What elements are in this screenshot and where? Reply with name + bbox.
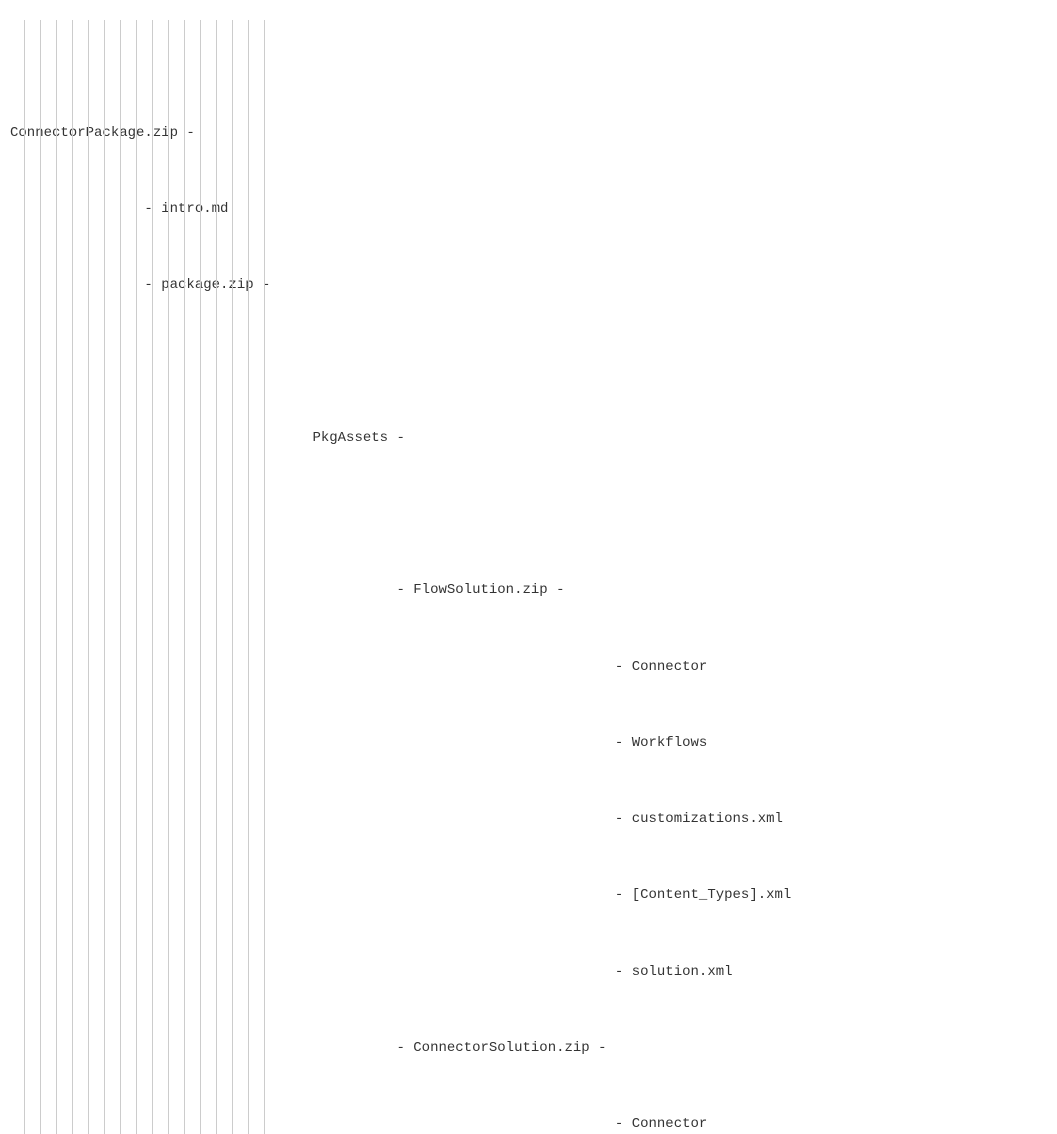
tree-flow-connector: - Connector <box>10 655 1047 681</box>
tree-connectorsolution: - ConnectorSolution.zip - <box>10 1036 1047 1062</box>
tree-flowsolution: - FlowSolution.zip - <box>10 578 1047 604</box>
tree-connector-connector: - Connector <box>10 1112 1047 1134</box>
tree-blank-2 <box>10 502 1047 528</box>
tree-pkgassets: PkgAssets - <box>10 426 1047 452</box>
tree-root: ConnectorPackage.zip - <box>10 121 1047 147</box>
tree-flow-content-types: - [Content_Types].xml <box>10 883 1047 909</box>
tree-flow-customizations: - customizations.xml <box>10 807 1047 833</box>
tree-package-zip: - package.zip - <box>10 273 1047 299</box>
tree-flow-solution: - solution.xml <box>10 960 1047 986</box>
tree-blank-1 <box>10 350 1047 376</box>
tree-flow-workflows: - Workflows <box>10 731 1047 757</box>
file-tree: ConnectorPackage.zip - - intro.md - pack… <box>10 20 1047 1134</box>
tree-intro: - intro.md <box>10 197 1047 223</box>
